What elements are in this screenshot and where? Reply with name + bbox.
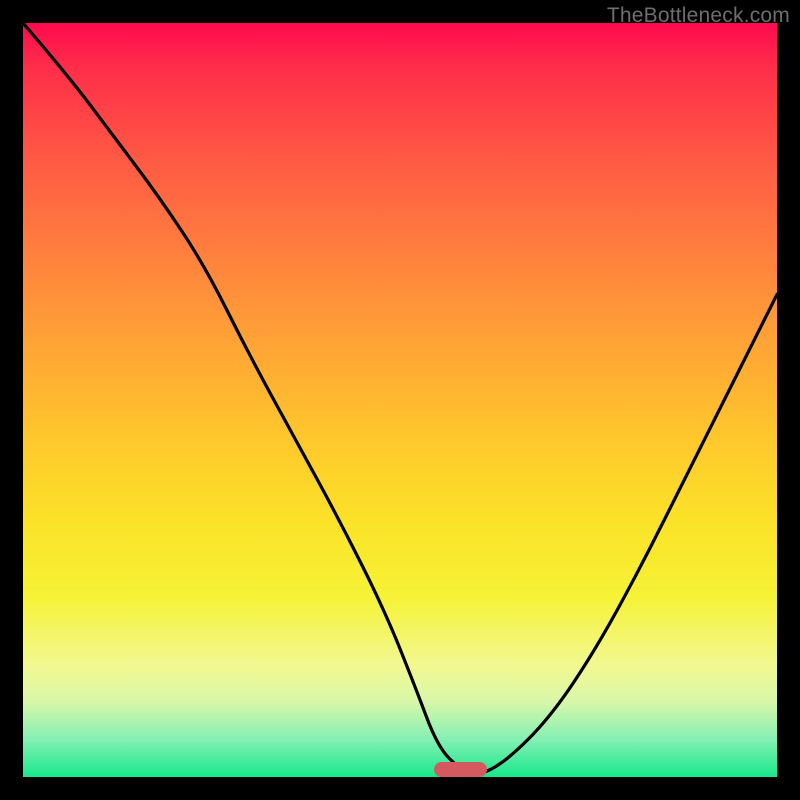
- optimal-marker: [434, 762, 487, 777]
- chart-frame: TheBottleneck.com: [0, 0, 800, 800]
- bottleneck-curve: [23, 23, 777, 777]
- watermark-text: TheBottleneck.com: [607, 4, 790, 28]
- plot-area: [23, 23, 777, 777]
